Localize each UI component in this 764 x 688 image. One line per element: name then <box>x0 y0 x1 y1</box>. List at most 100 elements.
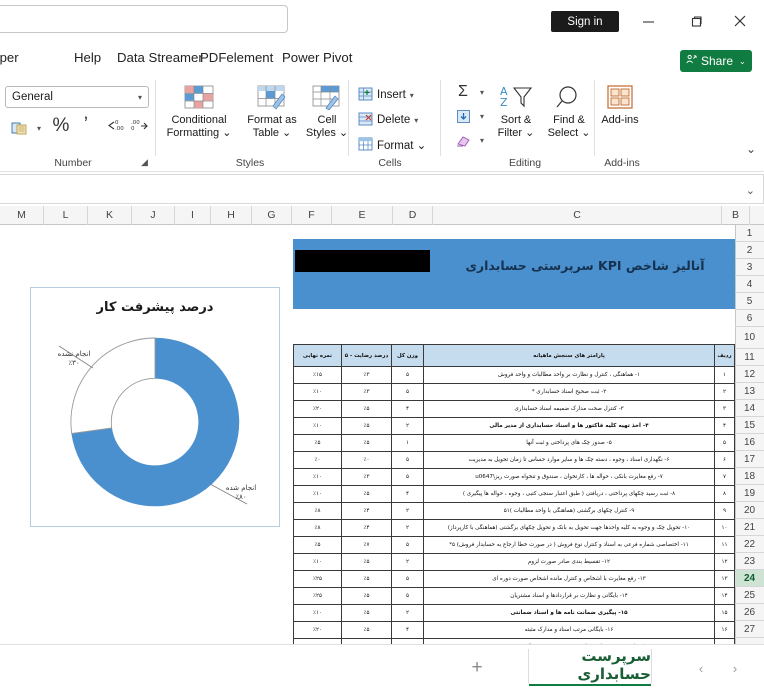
cell-final-score[interactable]: ٪۱۰ <box>293 468 342 486</box>
th-weight[interactable]: وزن کل <box>391 344 424 367</box>
row-header-22[interactable]: 22 <box>735 536 764 553</box>
th-param[interactable]: پارامتر های سنجش ماهیانه <box>423 344 715 367</box>
table-row[interactable]: ۶ ۶- نگهداری اسناد ، وجوه ، دسته چک ها و … <box>293 451 735 469</box>
th-index[interactable]: ردیف <box>714 344 735 367</box>
share-button[interactable]: Share ⌄ <box>680 50 752 72</box>
cell-final-score[interactable]: ٪۸ <box>293 519 342 537</box>
table-row[interactable]: ۱۰ ۱۰- تحویل چک و وجوه به کلیه واحدها جهت… <box>293 519 735 537</box>
minimize-icon[interactable] <box>626 8 670 34</box>
delete-cells-button[interactable]: Delete ▾ <box>358 109 418 131</box>
chevron-down-icon[interactable]: ⌄ <box>739 57 746 66</box>
column-header-J[interactable]: J <box>132 206 175 225</box>
column-header-M[interactable]: M <box>0 206 44 225</box>
cell-weight[interactable]: ۲ <box>391 519 424 537</box>
accounting-format-dropdown[interactable]: ▾ <box>33 121 45 135</box>
cell-satisfaction[interactable]: ٪۰ <box>341 451 392 469</box>
cell-index[interactable]: ۷ <box>714 468 735 486</box>
cell-parameter[interactable]: ۸- ثبت رسید چکهای پرداختی ، دریافتی ( طب… <box>423 485 715 503</box>
cell-final-score[interactable]: ٪۱۰ <box>293 553 342 571</box>
formula-bar[interactable]: ⌄ <box>0 174 764 204</box>
table-row[interactable]: ۱۵ ۱۵- پیگیری ضمانت نامه ها و اسناد ضمانت… <box>293 604 735 622</box>
cell-satisfaction[interactable]: ٪۵ <box>341 621 392 639</box>
cell-satisfaction[interactable]: ٪۳ <box>341 366 392 384</box>
format-cells-button[interactable]: Format ⌄ <box>358 134 426 156</box>
row-header-16[interactable]: 16 <box>735 434 764 451</box>
cell-index[interactable]: ۱ <box>714 366 735 384</box>
cell-index[interactable]: ۱۵ <box>714 604 735 622</box>
add-ins-button[interactable]: Add-ins <box>596 80 644 158</box>
column-header-B[interactable]: B <box>722 206 750 225</box>
column-header-G[interactable]: G <box>252 206 292 225</box>
clear-button[interactable] <box>452 130 474 150</box>
cell-parameter[interactable]: ۱۲- تقسیط بندی صادر صورت لزوم <box>423 553 715 571</box>
search-input[interactable]: rch <box>0 5 288 33</box>
fill-dropdown[interactable]: ▾ <box>476 109 488 123</box>
cell-satisfaction[interactable]: ٪۵ <box>341 553 392 571</box>
cell-weight[interactable]: ۵ <box>391 366 424 384</box>
tab-help[interactable]: Help <box>74 46 101 70</box>
th-final-score[interactable]: نمره نهایی <box>293 344 342 367</box>
autosum-button[interactable]: Σ <box>452 82 474 102</box>
formula-input[interactable] <box>0 175 763 203</box>
cell-parameter[interactable]: ۷- رفع مغایرت بانکی ، حواله ها ، کارتخوا… <box>423 468 715 486</box>
cell-index[interactable]: ۱۳ <box>714 570 735 588</box>
cell-final-score[interactable]: ٪۱۰ <box>293 383 342 401</box>
sheet-tab-accounting-supervisor[interactable]: سرپرست حسابداری <box>528 647 652 686</box>
cell-index[interactable]: ۲ <box>714 383 735 401</box>
cell-final-score[interactable]: ٪۲۵ <box>293 587 342 605</box>
progress-donut-chart[interactable]: درصد پیشرفت کار انجام نشده ٪۳۰ انجام شده… <box>30 287 280 527</box>
cell-index[interactable]: ۱۲ <box>714 553 735 571</box>
collapse-ribbon-icon[interactable]: ⌄ <box>746 142 756 156</box>
cell-satisfaction[interactable]: ٪۵ <box>341 587 392 605</box>
decrease-decimal-button[interactable]: .00 0 <box>128 116 152 136</box>
insert-cells-button[interactable]: Insert ▾ <box>358 84 414 106</box>
cell-satisfaction[interactable]: ٪۵ <box>341 417 392 435</box>
cell-parameter[interactable]: ۶- نگهداری اسناد ، وجوه ، دسته چک ها و س… <box>423 451 715 469</box>
cell-parameter[interactable]: ۱- هماهنگی ، کنترل و نظارت بر واحد مطالب… <box>423 366 715 384</box>
percent-style-button[interactable]: % <box>50 114 72 138</box>
cell-final-score[interactable]: ٪۸ <box>293 502 342 520</box>
row-header-21[interactable]: 21 <box>735 519 764 536</box>
row-header-10[interactable]: 10 <box>735 327 764 349</box>
row-header-5[interactable]: 5 <box>735 293 764 310</box>
number-dialog-launcher-icon[interactable]: ◢ <box>141 157 148 168</box>
row-header-19[interactable]: 19 <box>735 485 764 502</box>
cell-final-score[interactable]: ٪۱۰ <box>293 417 342 435</box>
chevron-down-icon[interactable]: ▾ <box>138 93 142 102</box>
table-row[interactable]: ۷ ۷- رفع مغایرت بانکی ، حواله ها ، کارتخو… <box>293 468 735 486</box>
cell-final-score[interactable]: ٪۱۰ <box>293 485 342 503</box>
cell-index[interactable]: ۶ <box>714 451 735 469</box>
table-row[interactable]: ۵ ۵- صدور چک های پرداختی و ثبت آنها ۱ ٪۵ ٪۵ <box>293 434 735 452</box>
cell-weight[interactable]: ۲ <box>391 553 424 571</box>
cell-parameter[interactable]: ۱۴- بایگانی و نظارت بر قراردادها و اسناد… <box>423 587 715 605</box>
row-header-17[interactable]: 17 <box>735 451 764 468</box>
add-sheet-button[interactable]: + <box>466 657 488 679</box>
autosum-dropdown[interactable]: ▾ <box>476 85 488 99</box>
cell-satisfaction[interactable]: ٪۴ <box>341 519 392 537</box>
cell-weight[interactable]: ۴ <box>391 400 424 418</box>
cell-index[interactable]: ۴ <box>714 417 735 435</box>
cell-weight[interactable]: ۱ <box>391 434 424 452</box>
row-header-12[interactable]: 12 <box>735 366 764 383</box>
cell-satisfaction[interactable]: ٪۵ <box>341 570 392 588</box>
number-format-select[interactable]: General ▾ <box>5 86 149 108</box>
next-sheet-icon[interactable]: › <box>726 659 744 677</box>
cell-weight[interactable]: ۲ <box>391 604 424 622</box>
column-header-E[interactable]: E <box>332 206 393 225</box>
tab-power-pivot[interactable]: Power Pivot <box>282 46 352 70</box>
th-satisfaction[interactable]: درصد رضایت - ۵ <box>341 344 392 367</box>
table-row[interactable]: ۳ ۳- کنترل صحت مدارک ضمیمه اسناد حسابداری… <box>293 400 735 418</box>
cell-parameter[interactable]: ۹- کنترل چکهای برگشتی (هماهنگی با واحد م… <box>423 502 715 520</box>
restore-icon[interactable] <box>674 8 718 34</box>
column-header-L[interactable]: L <box>44 206 88 225</box>
fill-button[interactable] <box>452 106 474 126</box>
cell-parameter[interactable]: ۱۶- بایگانی مرتب اسناد و مدارک مثبته <box>423 621 715 639</box>
conditional-formatting-button[interactable]: Conditional Formatting ⌄ <box>163 80 235 158</box>
column-header-D[interactable]: D <box>393 206 433 225</box>
cell-index[interactable]: ۱۱ <box>714 536 735 554</box>
table-row[interactable]: ۹ ۹- کنترل چکهای برگشتی (هماهنگی با واحد … <box>293 502 735 520</box>
row-header-2[interactable]: 2 <box>735 242 764 259</box>
cell-weight[interactable]: ۴ <box>391 621 424 639</box>
cell-satisfaction[interactable]: ٪۳ <box>341 383 392 401</box>
chevron-down-icon[interactable]: ▾ <box>410 91 414 100</box>
